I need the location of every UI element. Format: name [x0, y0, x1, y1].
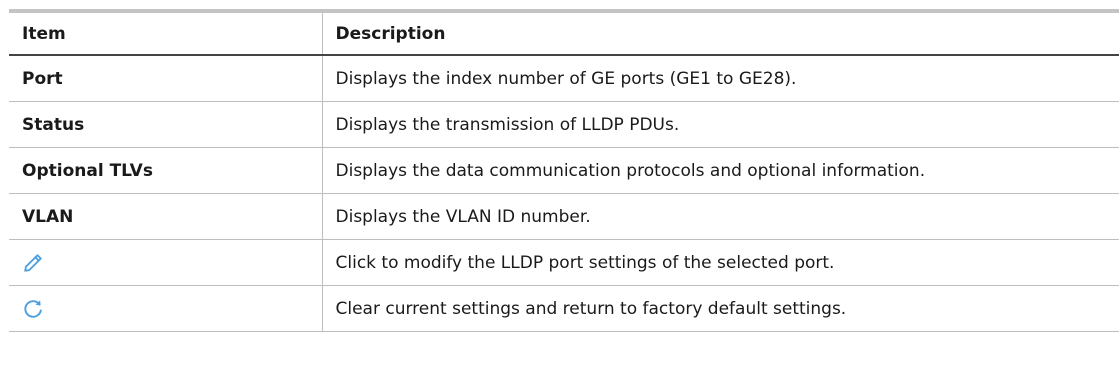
- row-description-refresh: Clear current settings and return to fac…: [322, 285, 1119, 332]
- row-item-edit: [9, 239, 323, 286]
- row-description-edit: Click to modify the LLDP port settings o…: [322, 239, 1119, 286]
- table-row: Port Displays the index number of GE por…: [9, 55, 1119, 102]
- row-item-vlan: VLAN: [9, 193, 323, 240]
- header-description: Description: [322, 11, 1119, 56]
- table-row: VLAN Displays the VLAN ID number.: [9, 193, 1119, 240]
- table-header-row: Item Description: [9, 11, 1119, 56]
- header-item: Item: [9, 11, 323, 56]
- edit-pencil-icon: [22, 252, 44, 274]
- row-item-optional-tlvs: Optional TLVs: [9, 147, 323, 194]
- row-description-port: Displays the index number of GE ports (G…: [322, 55, 1119, 102]
- table-row: Optional TLVs Displays the data communic…: [9, 147, 1119, 194]
- row-description-optional-tlvs: Displays the data communication protocol…: [322, 147, 1119, 194]
- row-description-status: Displays the transmission of LLDP PDUs.: [322, 101, 1119, 148]
- table-row: Clear current settings and return to fac…: [9, 285, 1119, 332]
- description-table: Item Description Port Displays the index…: [9, 9, 1119, 332]
- refresh-icon: [22, 298, 44, 320]
- table-row: Click to modify the LLDP port settings o…: [9, 239, 1119, 286]
- row-description-vlan: Displays the VLAN ID number.: [322, 193, 1119, 240]
- row-item-refresh: [9, 285, 323, 332]
- table-row: Status Displays the transmission of LLDP…: [9, 101, 1119, 148]
- row-item-status: Status: [9, 101, 323, 148]
- row-item-port: Port: [9, 55, 323, 102]
